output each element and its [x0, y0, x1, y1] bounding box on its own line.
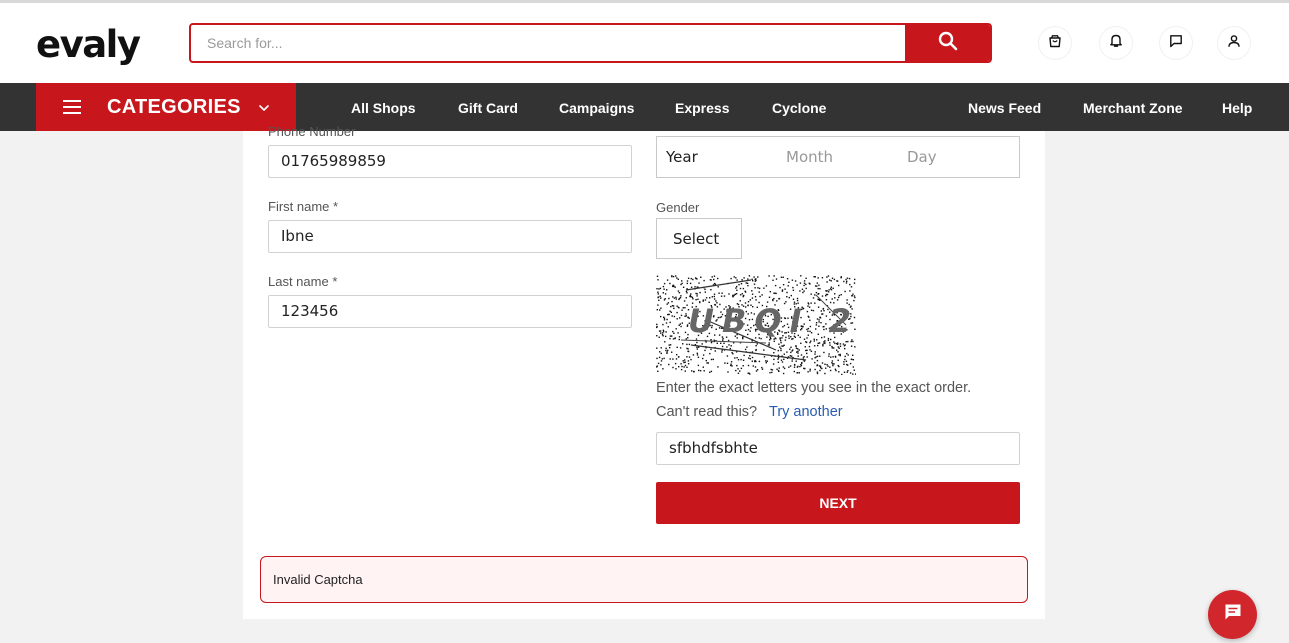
nav-gift-card[interactable]: Gift Card	[458, 83, 518, 131]
captcha-image: UBQI 2	[656, 275, 857, 376]
dob-month-select[interactable]: Month	[786, 148, 833, 166]
phone-field[interactable]: 01765989859	[268, 145, 632, 178]
nav-help[interactable]: Help	[1222, 83, 1252, 131]
notifications-button[interactable]	[1100, 27, 1132, 59]
search-icon	[938, 31, 958, 56]
hamburger-icon	[63, 100, 81, 114]
captcha-instruction: Enter the exact letters you see in the e…	[656, 380, 972, 396]
user-icon	[1227, 34, 1241, 53]
cant-read-text: Can't read this?	[656, 404, 758, 420]
dob-year-select[interactable]: Year	[666, 148, 698, 166]
last-name-field[interactable]: 123456	[268, 295, 632, 328]
first-name-label: First name *	[268, 199, 339, 214]
nav-all-shops[interactable]: All Shops	[351, 83, 416, 131]
date-of-birth-picker: Year Month Day	[656, 136, 1020, 178]
captcha-text: UBQI 2	[688, 302, 856, 340]
chat-icon	[1223, 602, 1243, 627]
last-name-label: Last name *	[268, 274, 338, 289]
dob-day-select[interactable]: Day	[907, 148, 937, 166]
nav-campaigns[interactable]: Campaigns	[559, 83, 634, 131]
chevron-down-icon	[258, 101, 270, 119]
header: evaly	[0, 3, 1289, 83]
bag-icon	[1048, 34, 1062, 53]
messages-button[interactable]	[1160, 27, 1192, 59]
error-message: Invalid Captcha	[273, 572, 363, 587]
search-button[interactable]	[905, 25, 990, 61]
search-bar	[189, 23, 992, 63]
nav-cyclone[interactable]: Cyclone	[772, 83, 826, 131]
bell-icon	[1109, 33, 1123, 53]
nav-express[interactable]: Express	[675, 83, 729, 131]
try-another-link[interactable]: Try another	[769, 404, 843, 420]
signup-form-card	[243, 131, 1045, 619]
gender-label: Gender	[656, 200, 700, 215]
gender-select[interactable]: Select	[656, 218, 742, 259]
main-nav: CATEGORIES All Shops Gift Card Campaigns…	[0, 83, 1289, 131]
account-button[interactable]	[1218, 27, 1250, 59]
nav-news-feed[interactable]: News Feed	[968, 83, 1041, 131]
evaly-logo[interactable]: evaly	[36, 25, 141, 65]
cart-button[interactable]	[1039, 27, 1071, 59]
phone-label: Phone Number	[268, 124, 356, 139]
nav-merchant-zone[interactable]: Merchant Zone	[1083, 83, 1183, 131]
search-input[interactable]	[191, 25, 907, 61]
first-name-field[interactable]: Ibne	[268, 220, 632, 253]
message-icon	[1169, 34, 1183, 53]
chat-button[interactable]	[1208, 590, 1257, 639]
categories-label: CATEGORIES	[107, 95, 241, 118]
captcha-input[interactable]: sfbhdfsbhte	[656, 432, 1020, 465]
categories-menu-button[interactable]: CATEGORIES	[36, 83, 296, 131]
next-button[interactable]: NEXT	[656, 482, 1020, 524]
error-alert: Invalid Captcha	[260, 556, 1028, 603]
